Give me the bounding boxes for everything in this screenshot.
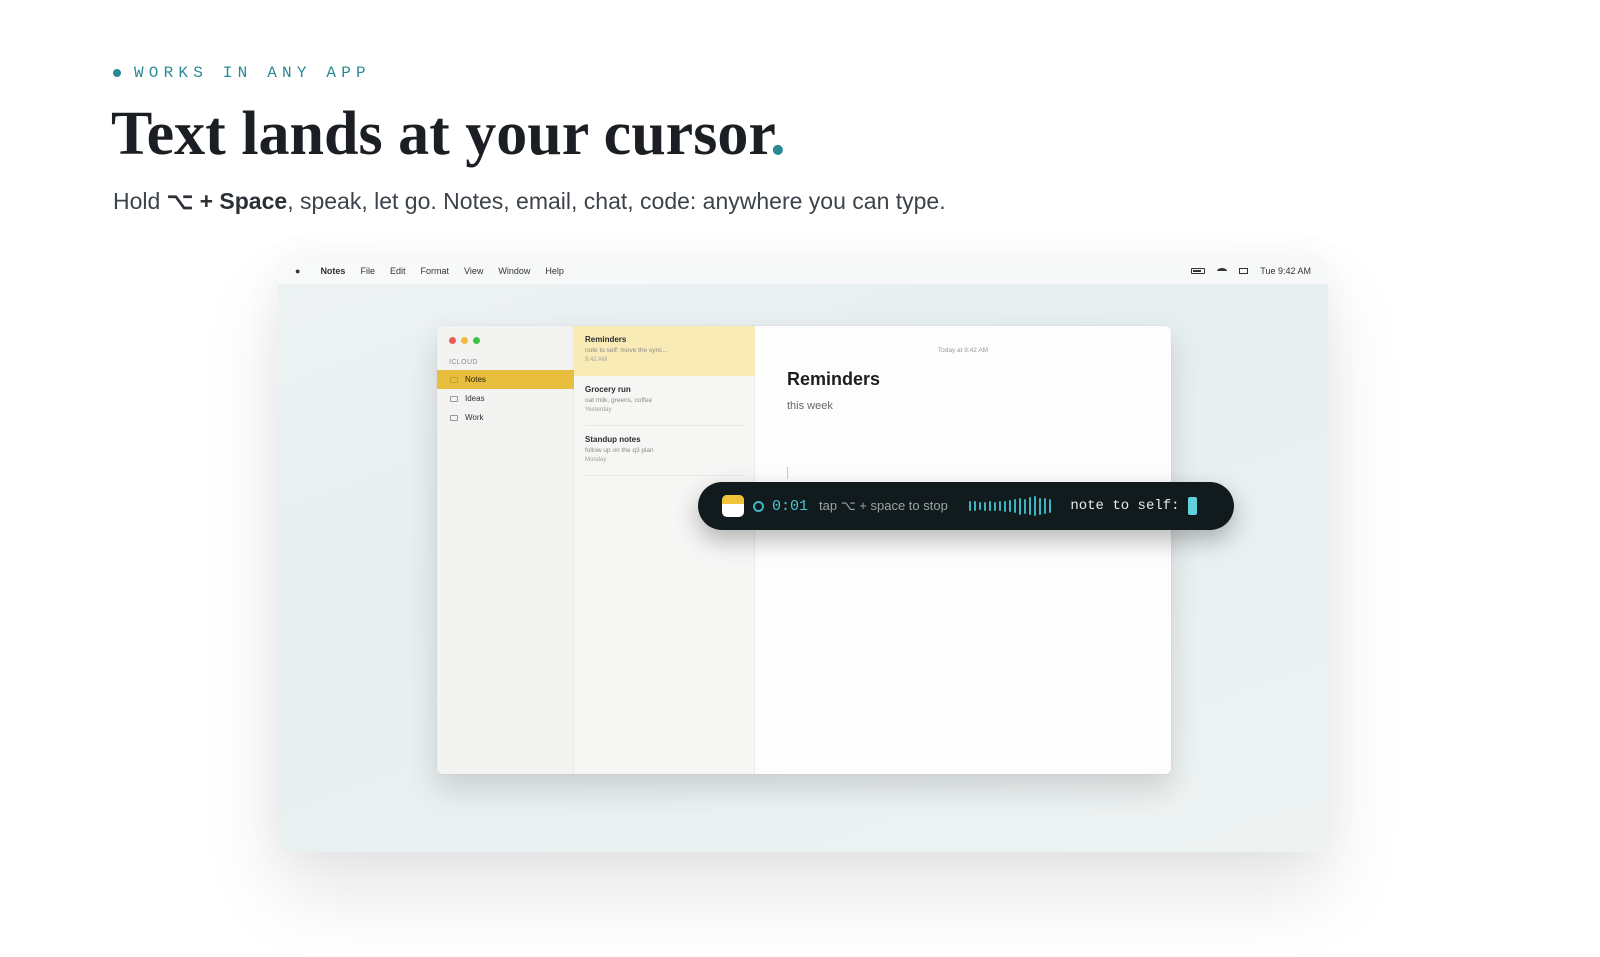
sidebar-item-label: Work [465, 413, 484, 422]
minimize-window-icon[interactable] [461, 337, 468, 344]
note-date: Yesterday [585, 407, 612, 413]
note-preview: note to self: move the sync... [585, 347, 668, 354]
menu-help[interactable]: Help [545, 266, 564, 276]
folder-sidebar: ICLOUD Notes Ideas Work [437, 326, 574, 774]
note-heading: Reminders [787, 369, 881, 389]
note-list: Reminders note to self: move the sync...… [574, 326, 755, 774]
waveform-bar [978, 502, 982, 510]
transcript-cursor [1187, 497, 1197, 515]
apple-icon[interactable]: ● [295, 266, 300, 276]
list-item[interactable]: Grocery run oat milk, greens, coffee Yes… [574, 376, 755, 426]
waveform-bar [1028, 497, 1032, 515]
note-date: 9:42 AM [585, 357, 608, 363]
shortcut-label: ⌥ + Space [166, 188, 288, 214]
subheading-prefix: Hold [113, 188, 167, 214]
waveform-bar [1003, 500, 1007, 512]
menu-view[interactable]: View [464, 266, 483, 276]
waveform-bar [988, 501, 992, 511]
eyebrow-label: WORKS IN ANY APP [134, 64, 371, 82]
headline-text: Text lands at your cursor [111, 100, 771, 168]
waveform-bar [1038, 497, 1042, 515]
recording-icon [753, 500, 764, 512]
note-title: Grocery run [585, 385, 631, 394]
sidebar-section-label: ICLOUD [449, 359, 478, 366]
waveform-bar [973, 501, 977, 511]
headline-accent: . [770, 100, 786, 168]
note-title: Reminders [585, 335, 627, 344]
note-timestamp: Today at 9:42 AM [937, 347, 989, 354]
waveform-bar [983, 501, 987, 511]
waveform-bar [998, 501, 1002, 511]
menu-app-notes[interactable]: Notes [320, 266, 345, 276]
menu-file[interactable]: File [360, 266, 375, 276]
waveform-bar [1013, 499, 1017, 513]
live-transcript: note to self: [1070, 498, 1180, 514]
page-title: Text lands at your cursor. [111, 98, 786, 170]
sidebar-item-label: Notes [465, 375, 486, 384]
text-caret [787, 467, 788, 479]
close-window-icon[interactable] [449, 337, 456, 344]
waveform-bar [1018, 497, 1022, 515]
sidebar-item-label: Ideas [465, 394, 485, 403]
waveform-bar [1023, 498, 1027, 514]
notes-window: ICLOUD Notes Ideas Work Reminders note t… [437, 326, 1171, 774]
note-body: this week [787, 400, 833, 412]
folder-icon [450, 414, 458, 421]
waveform-bar [1008, 500, 1012, 512]
eyebrow: WORKS IN ANY APP [113, 64, 371, 82]
menu-bar-status: Tue 9:42 AM [1191, 266, 1311, 276]
waveform [968, 496, 1052, 516]
waveform-bar [993, 501, 997, 511]
waveform-bar [968, 501, 972, 511]
zoom-window-icon[interactable] [473, 337, 480, 344]
waveform-bar [1048, 499, 1052, 513]
note-editor[interactable]: Today at 9:42 AM Reminders this week [755, 326, 1171, 774]
list-item[interactable]: Reminders note to self: move the sync...… [574, 326, 755, 376]
notes-app-icon [722, 495, 744, 517]
menu-window[interactable]: Window [498, 266, 530, 276]
note-preview: oat milk, greens, coffee [585, 397, 653, 404]
menu-format[interactable]: Format [420, 266, 449, 276]
window-controls [449, 337, 480, 344]
folder-icon [450, 395, 458, 402]
waveform-bar [1043, 498, 1047, 514]
folder-icon [450, 376, 458, 383]
subheading-suffix: , speak, let go. Notes, email, chat, cod… [287, 188, 946, 214]
note-date: Monday [585, 457, 607, 463]
battery-icon[interactable] [1191, 268, 1206, 274]
menu-clock[interactable]: Tue 9:42 AM [1260, 266, 1311, 276]
subheading: Hold ⌥ + Space, speak, let go. Notes, em… [113, 186, 946, 216]
wifi-icon[interactable] [1217, 268, 1228, 274]
screen-mirror-icon[interactable] [1239, 268, 1249, 274]
list-item[interactable]: Standup notes follow up on the q3 plan M… [574, 426, 755, 476]
dictation-overlay: 0:01 tap ⌥ + space to stop note to self: [698, 482, 1234, 530]
stop-hint: tap ⌥ + space to stop [819, 498, 948, 513]
menu-bar: ● Notes File Edit Format View Window Hel… [278, 258, 1328, 284]
desktop-screenshot: ● Notes File Edit Format View Window Hel… [278, 258, 1328, 852]
note-preview: follow up on the q3 plan [585, 447, 654, 454]
sidebar-item-work[interactable]: Work [437, 408, 574, 427]
waveform-bar [1033, 496, 1037, 516]
sidebar-item-ideas[interactable]: Ideas [437, 389, 574, 408]
recording-timer: 0:01 [772, 497, 809, 515]
eyebrow-dot-icon [113, 69, 121, 77]
note-title: Standup notes [585, 435, 641, 444]
menu-edit[interactable]: Edit [390, 266, 406, 276]
sidebar-item-notes[interactable]: Notes [437, 370, 574, 389]
